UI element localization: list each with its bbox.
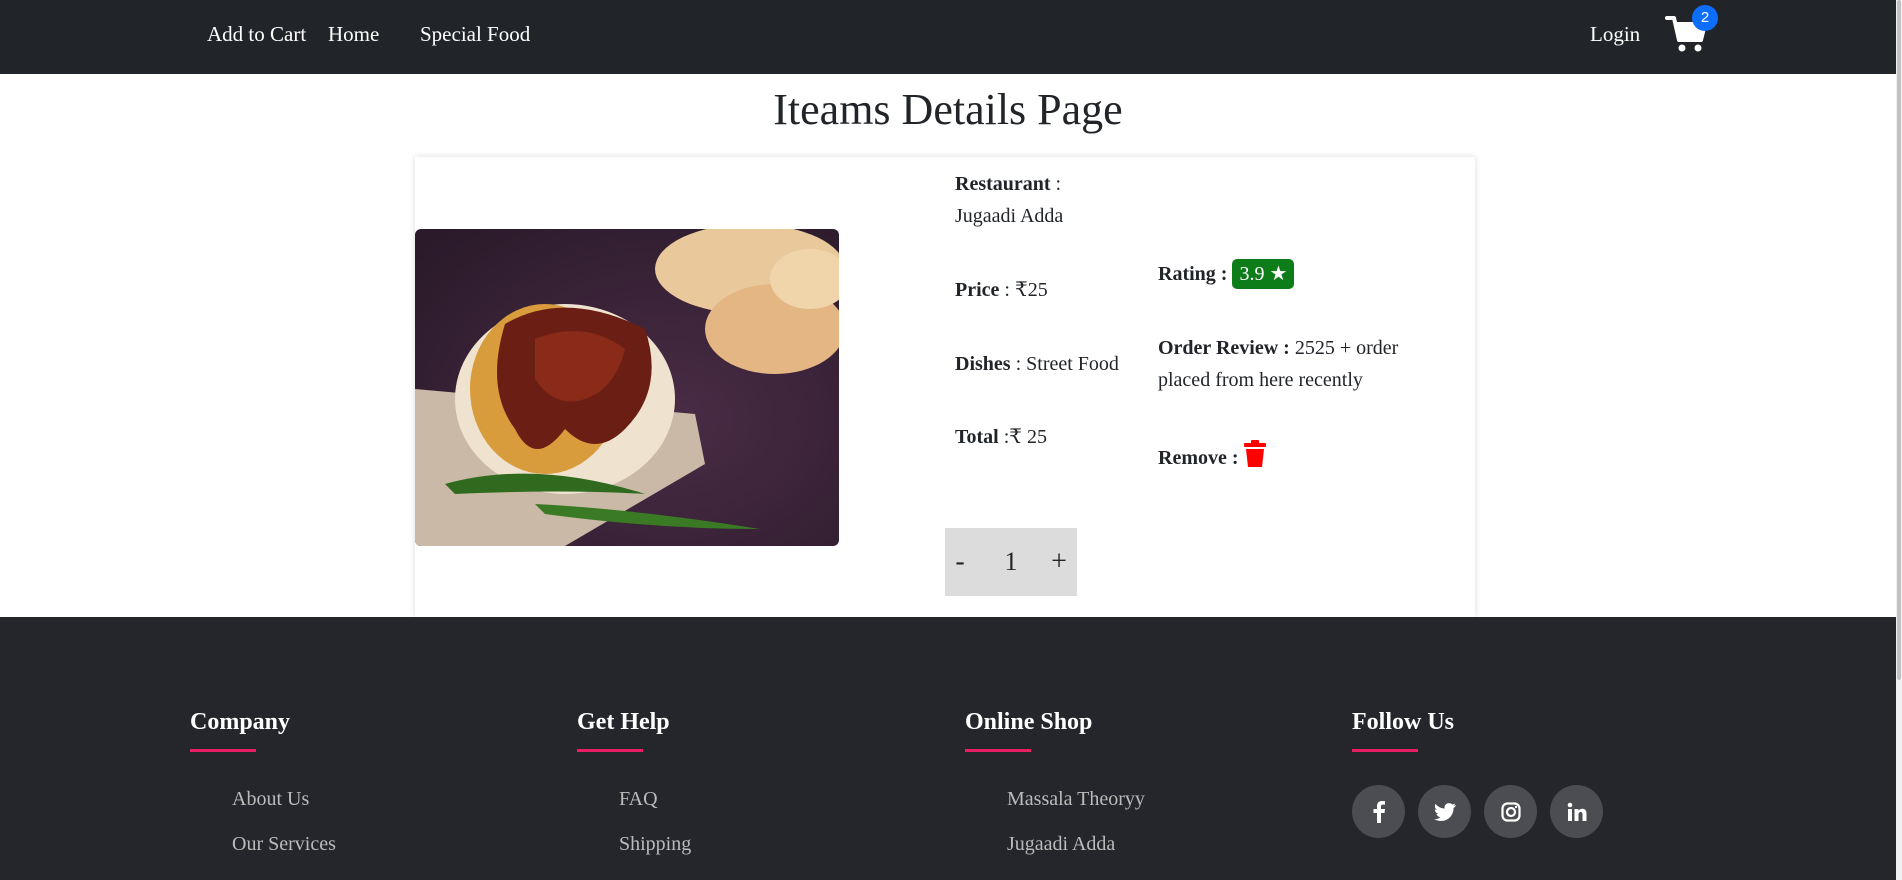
scrollbar-thumb[interactable] — [1897, 0, 1901, 680]
footer-link-shipping[interactable]: Shipping — [619, 833, 691, 856]
remove-label: Remove : — [1158, 447, 1239, 469]
footer-heading-follow-us: Follow Us — [1352, 709, 1454, 735]
dishes-label: Dishes — [955, 353, 1011, 375]
quantity-value: 1 — [1004, 547, 1018, 576]
footer-heading-online-shop: Online Shop — [965, 709, 1093, 735]
footer-underline — [577, 749, 643, 752]
dishes-row: Dishes : Street Food — [955, 348, 1119, 380]
footer-col-get-help: Get Help — [577, 709, 670, 736]
restaurant-row: Restaurant : — [955, 168, 1061, 200]
footer-link-our-services[interactable]: Our Services — [232, 833, 336, 856]
food-image — [415, 229, 839, 546]
rating-row: Rating : 3.9 ★ — [1158, 258, 1295, 290]
footer-link-jugaadi-adda[interactable]: Jugaadi Adda — [1007, 833, 1115, 856]
order-review-label: Order Review : — [1158, 337, 1290, 359]
footer-link-about-us[interactable]: About Us — [232, 788, 309, 811]
restaurant-name: Jugaadi Adda — [955, 205, 1064, 227]
facebook-icon[interactable] — [1352, 785, 1405, 838]
order-review-line1: 2525 + order — [1289, 337, 1399, 359]
footer-col-follow-us: Follow Us — [1352, 709, 1454, 736]
dishes-value: : Street Food — [1010, 353, 1119, 375]
trash-icon[interactable] — [1243, 440, 1266, 478]
login-link[interactable]: Login — [1590, 22, 1640, 47]
instagram-icon[interactable] — [1484, 785, 1537, 838]
rating-badge: 3.9 ★ — [1232, 259, 1295, 289]
price-label: Price — [955, 279, 1000, 301]
footer-underline — [1352, 749, 1418, 752]
remove-row: Remove : — [1158, 440, 1266, 478]
increment-button[interactable]: + — [1043, 528, 1075, 596]
nav-link-special-food[interactable]: Special Food — [420, 22, 530, 47]
brand-link[interactable]: Add to Cart — [207, 22, 306, 47]
total-row: Total :₹ 25 — [955, 421, 1047, 453]
price-value: : ₹25 — [999, 279, 1048, 301]
linkedin-icon[interactable] — [1550, 785, 1603, 838]
cart-count-badge: 2 — [1692, 5, 1718, 31]
footer-underline — [965, 749, 1031, 752]
footer-link-faq[interactable]: FAQ — [619, 788, 658, 811]
twitter-icon[interactable] — [1418, 785, 1471, 838]
footer-col-online-shop: Online Shop — [965, 709, 1092, 736]
footer-col-company: Company — [190, 709, 290, 736]
footer-link-massala-theoryy[interactable]: Massala Theoryy — [1007, 788, 1145, 811]
rating-label: Rating : — [1158, 263, 1228, 285]
restaurant-separator: : — [1050, 173, 1062, 195]
total-label: Total — [955, 426, 999, 448]
page-title: Iteams Details Page — [773, 85, 1123, 134]
footer-heading-get-help: Get Help — [577, 709, 670, 735]
restaurant-label: Restaurant — [955, 173, 1051, 195]
total-value: :₹ 25 — [998, 426, 1048, 448]
order-review-line2: placed from here recently — [1158, 369, 1363, 391]
quantity-stepper: - 1 + — [945, 528, 1077, 596]
navbar: Add to Cart Home Special Food Login 2 — [0, 0, 1896, 74]
nav-link-home[interactable]: Home — [328, 22, 379, 47]
footer-underline — [190, 749, 256, 752]
footer-heading-company: Company — [190, 709, 291, 735]
price-row: Price : ₹25 — [955, 274, 1048, 306]
decrement-button[interactable]: - — [945, 528, 975, 596]
order-review-row: Order Review : 2525 + order — [1158, 332, 1398, 364]
